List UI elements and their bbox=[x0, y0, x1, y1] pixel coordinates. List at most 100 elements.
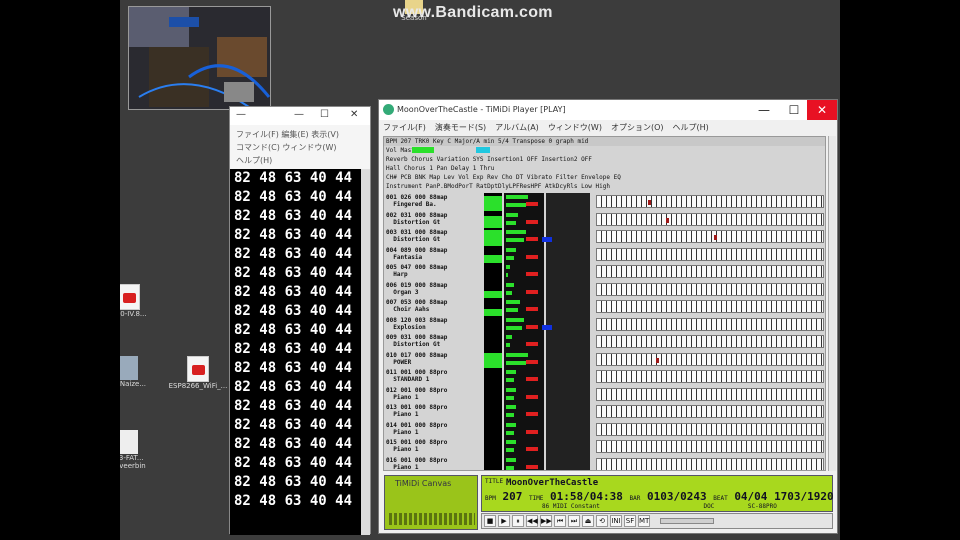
text-file-icon bbox=[120, 430, 138, 454]
level-meter bbox=[484, 333, 502, 351]
bpm-label: BPM bbox=[485, 495, 496, 502]
channel-label: 001 026 000 88map Fingered Ba. bbox=[386, 194, 448, 208]
desktop-item2-icon[interactable]: u_Naize... bbox=[120, 356, 164, 388]
effect-cells bbox=[546, 385, 590, 404]
console-line: 82 48 63 40 44 bbox=[234, 436, 353, 452]
effect-cells bbox=[546, 368, 590, 386]
header-line5: CH# PCB BNK Map Lev Vol Exp Rev Cho DT V… bbox=[386, 174, 621, 181]
reverb-bar bbox=[526, 429, 538, 434]
console-menu-line1[interactable]: ファイル(F) 編集(E) 表示(V) bbox=[236, 128, 364, 141]
channel-row: 003 031 000 88map Distortion Gt bbox=[384, 228, 825, 246]
channel-label: 015 001 000 88pro Piano 1 bbox=[386, 439, 448, 453]
expression-bar bbox=[506, 360, 526, 365]
effect-cells bbox=[546, 455, 590, 470]
console-line: 82 48 63 40 44 bbox=[234, 227, 353, 243]
console-line: 82 48 63 40 44 bbox=[234, 341, 353, 357]
ctrl-value: DOC bbox=[703, 503, 715, 510]
minimize-icon[interactable]: — bbox=[749, 100, 779, 120]
channel-monitor: BPM 207 TRK0 Key C Major/A min 5/4 Trans… bbox=[383, 136, 826, 471]
console-menu-line3[interactable]: ヘルプ(H) bbox=[236, 154, 364, 167]
desktop-pdf2-icon[interactable]: ESP8266_WiFi_... bbox=[163, 356, 233, 390]
channel-row: 011 001 000 88pro STANDARD 1 bbox=[384, 368, 825, 386]
timidity-window[interactable]: MoonOverTheCastle - TiMiDi Player [PLAY]… bbox=[378, 99, 838, 534]
keyboard-meter bbox=[596, 247, 824, 261]
volume-bar bbox=[506, 317, 524, 322]
volume-slider[interactable] bbox=[660, 518, 714, 524]
transport-button[interactable]: ■ bbox=[484, 515, 496, 527]
timidity-titlebar[interactable]: MoonOverTheCastle - TiMiDi Player [PLAY]… bbox=[379, 100, 837, 120]
volume-bar bbox=[506, 405, 516, 409]
channel-label: 006 019 000 88map Organ 3 bbox=[386, 281, 448, 296]
effect-cells bbox=[546, 403, 590, 421]
menu-item[interactable]: ウィンドウ(W) bbox=[548, 123, 602, 132]
channel-scrollbar[interactable] bbox=[828, 136, 836, 471]
effect-cells bbox=[546, 245, 590, 264]
transport-button[interactable]: MT bbox=[638, 515, 650, 527]
menu-item[interactable]: ファイル(F) bbox=[383, 123, 426, 132]
expression-bar bbox=[506, 290, 512, 295]
title-label: TITLE bbox=[485, 478, 504, 485]
transport-button[interactable]: ▶ bbox=[498, 515, 510, 527]
console-menu[interactable]: ファイル(F) 編集(E) 表示(V) コマンド(C) ウィンドウ(W) ヘルプ… bbox=[230, 125, 370, 169]
desktop-pdf1-icon[interactable]: 000-IV.8... bbox=[120, 284, 164, 318]
level-fill bbox=[484, 196, 502, 211]
effect-cells bbox=[546, 420, 590, 439]
transport-button[interactable]: ⏏ bbox=[582, 515, 594, 527]
console-line: 82 48 63 40 44 bbox=[234, 189, 353, 205]
console-scrollbar[interactable] bbox=[361, 169, 370, 535]
keyboard-meter bbox=[596, 352, 824, 366]
channel-row: 007 053 000 88map Choir Aahs bbox=[384, 298, 825, 316]
console-line: 82 48 63 40 44 bbox=[234, 455, 353, 471]
menu-item[interactable]: 演奏モード(S) bbox=[435, 123, 486, 132]
volume-bar bbox=[506, 300, 520, 304]
chorus-bar bbox=[542, 324, 552, 330]
keyboard-meter bbox=[596, 230, 824, 243]
level-meter bbox=[484, 263, 502, 281]
transport-button[interactable]: ⟲ bbox=[596, 515, 608, 527]
channel-row: 001 026 000 88map Fingered Ba. bbox=[384, 193, 825, 211]
expression-bar bbox=[506, 395, 514, 400]
reverb-bar bbox=[526, 219, 538, 224]
transport-button[interactable]: INI bbox=[610, 515, 622, 527]
transport-button[interactable]: ⏮ bbox=[554, 515, 566, 527]
desktop-file-icon[interactable]: 13-FAT... reveerbin bbox=[120, 430, 164, 470]
console-line: 82 48 63 40 44 bbox=[234, 208, 353, 224]
close-icon[interactable]: ✕ bbox=[350, 109, 358, 120]
channel-row: 008 120 003 88map Explosion bbox=[384, 315, 825, 334]
header-line1: BPM 207 TRK0 Key C Major/A min 5/4 Trans… bbox=[384, 137, 825, 146]
volume-bar bbox=[506, 387, 516, 392]
close-icon[interactable]: ✕ bbox=[807, 100, 837, 120]
expression-bar bbox=[506, 343, 510, 347]
playback-status: 86 MIDI Constant DOC SC-88PRO bbox=[542, 503, 777, 510]
reverb-bar bbox=[526, 447, 538, 451]
menu-item[interactable]: オプション(O) bbox=[611, 123, 664, 132]
timidity-menubar[interactable]: ファイル(F) 演奏モード(S) アルバム(A) ウィンドウ(W) オプション(O) ヘル… bbox=[379, 120, 837, 134]
level-fill bbox=[484, 215, 502, 229]
channel-label: 016 001 000 88pro Piano 1 bbox=[386, 456, 448, 471]
transport-button[interactable]: ◀◀ bbox=[526, 515, 538, 527]
transport-controls[interactable]: ■ ▶ ⏸ ◀◀ ▶▶ ⏮ ⏭ ⏏ ⟲ INI SF MT bbox=[481, 513, 833, 529]
chorus-bar bbox=[542, 237, 552, 242]
effect-cells bbox=[546, 193, 590, 211]
menu-item[interactable]: ヘルプ(H) bbox=[673, 123, 709, 132]
transport-button[interactable]: ⏸ bbox=[512, 515, 524, 527]
console-titlebar[interactable]: — — ☐ ✕ bbox=[230, 107, 370, 125]
console-window[interactable]: — — ☐ ✕ ファイル(F) 編集(E) 表示(V) コマンド(C) ウィンド… bbox=[229, 106, 371, 535]
transport-button[interactable]: ⏭ bbox=[568, 515, 580, 527]
volume-bar bbox=[506, 195, 528, 199]
expression-bar bbox=[506, 238, 524, 242]
transport-button[interactable]: SF bbox=[624, 515, 636, 527]
maximize-icon[interactable]: ☐ bbox=[779, 100, 809, 120]
expression-bar bbox=[506, 325, 522, 330]
keyboard-meter bbox=[596, 195, 824, 208]
menu-item[interactable]: アルバム(A) bbox=[495, 123, 539, 132]
maximize-icon[interactable]: ☐ bbox=[320, 109, 329, 120]
canvas-bars bbox=[389, 513, 475, 525]
channel-row: 005 047 000 88map Harp bbox=[384, 263, 825, 281]
level-meter bbox=[484, 438, 502, 456]
channel-label: 004 089 000 88map Fantasia bbox=[386, 246, 448, 261]
channel-label: 009 031 000 88map Distortion Gt bbox=[386, 334, 448, 348]
console-menu-line2[interactable]: コマンド(C) ウィンドウ(W) bbox=[236, 141, 364, 154]
transport-button[interactable]: ▶▶ bbox=[540, 515, 552, 527]
minimize-icon[interactable]: — bbox=[294, 109, 304, 120]
